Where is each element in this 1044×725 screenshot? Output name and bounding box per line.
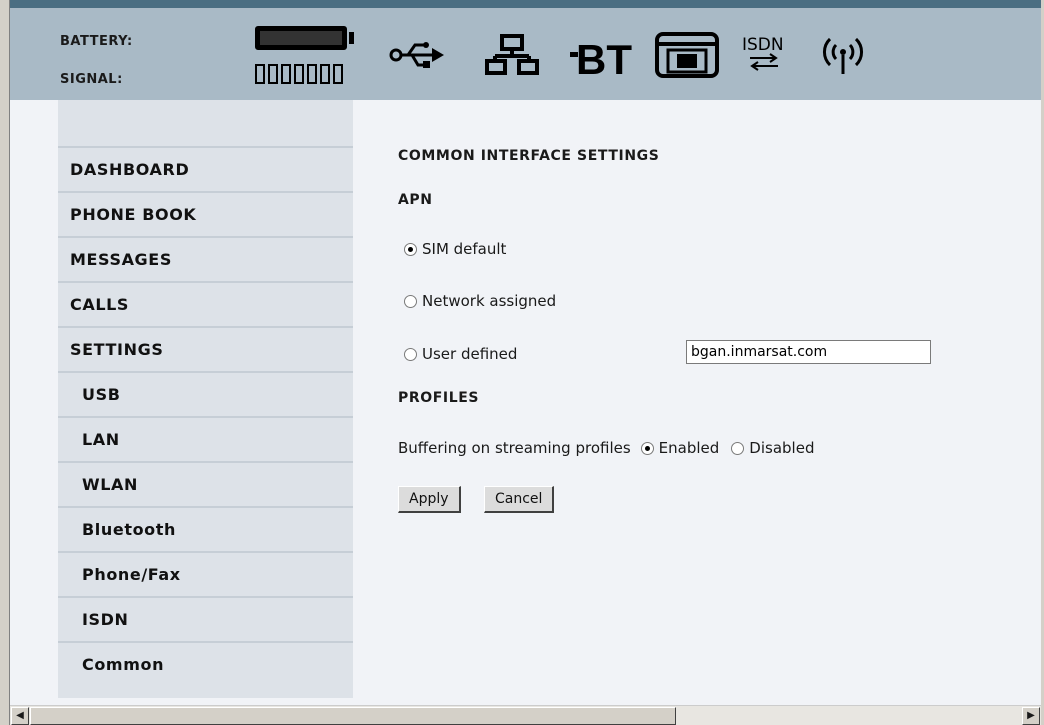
apn-option-user-defined[interactable]: User defined (404, 345, 517, 363)
sidebar-nav: DASHBOARD PHONE BOOK MESSAGES CALLS SETT… (58, 100, 353, 698)
radio-buffering-enabled[interactable] (640, 441, 654, 455)
bluetooth-label: BT (576, 36, 632, 80)
radio-label-user-defined: User defined (422, 345, 518, 363)
phone-fax-icon (655, 32, 719, 78)
apn-heading: APN (398, 192, 433, 208)
lan-icon (485, 34, 539, 75)
signal-indicator (255, 64, 343, 84)
bluetooth-icon: BT (570, 36, 632, 80)
horizontal-scrollbar[interactable]: ◀ ▶ (10, 705, 1041, 725)
sidebar-item-isdn[interactable]: ISDN (58, 596, 353, 641)
scroll-left-arrow-icon[interactable]: ◀ (11, 707, 29, 725)
signal-bar (255, 64, 265, 84)
status-header: BATTERY: SIGNAL: BT ISDN (10, 8, 1041, 100)
buffering-label: Buffering on streaming profiles (398, 439, 631, 457)
signal-bar (294, 64, 304, 84)
sidebar-item-common[interactable]: Common (58, 641, 353, 686)
cancel-button[interactable]: Cancel (484, 486, 555, 513)
signal-bar (307, 64, 317, 84)
buffering-row: Buffering on streaming profiles Enabled … (398, 439, 814, 457)
isdn-icon: ISDN (742, 35, 784, 71)
sidebar-top-spacer (58, 100, 353, 146)
window-top-bar (10, 0, 1044, 8)
sidebar-item-messages[interactable]: MESSAGES (58, 236, 353, 281)
sidebar-item-phone-book[interactable]: PHONE BOOK (58, 191, 353, 236)
sidebar-item-calls[interactable]: CALLS (58, 281, 353, 326)
wlan-icon (823, 37, 863, 74)
scrollbar-thumb[interactable] (30, 707, 676, 725)
apn-option-sim-default[interactable]: SIM default (404, 240, 506, 258)
sidebar-item-phone-fax[interactable]: Phone/Fax (58, 551, 353, 596)
window-left-frame (0, 0, 10, 725)
isdn-label: ISDN (742, 35, 784, 55)
sidebar-item-dashboard[interactable]: DASHBOARD (58, 146, 353, 191)
scroll-right-arrow-icon[interactable]: ▶ (1022, 707, 1040, 725)
battery-label: BATTERY: (60, 34, 133, 49)
signal-label: SIGNAL: (60, 72, 123, 87)
radio-label-sim-default: SIM default (422, 240, 507, 258)
apn-user-defined-input[interactable] (686, 340, 931, 364)
signal-bar (281, 64, 291, 84)
apn-option-network-assigned[interactable]: Network assigned (404, 292, 556, 310)
sidebar-item-usb[interactable]: USB (58, 371, 353, 416)
radio-label-enabled: Enabled (658, 439, 720, 457)
radio-user-defined[interactable] (404, 347, 417, 361)
sidebar-item-settings[interactable]: SETTINGS (58, 326, 353, 371)
signal-bar (320, 64, 330, 84)
sidebar-item-lan[interactable]: LAN (58, 416, 353, 461)
radio-sim-default[interactable] (404, 242, 417, 256)
radio-label-network-assigned: Network assigned (422, 292, 557, 310)
page-title: COMMON INTERFACE SETTINGS (398, 148, 660, 164)
battery-tip (349, 32, 354, 44)
apply-button[interactable]: Apply (398, 486, 461, 513)
signal-bar (333, 64, 343, 84)
sidebar-item-bluetooth[interactable]: Bluetooth (58, 506, 353, 551)
radio-buffering-disabled[interactable] (731, 441, 745, 455)
usb-icon (389, 42, 444, 68)
profiles-heading: PROFILES (398, 390, 480, 406)
signal-bar (268, 64, 278, 84)
battery-indicator (255, 26, 347, 50)
radio-network-assigned[interactable] (404, 294, 417, 308)
radio-label-disabled: Disabled (749, 439, 815, 457)
sidebar-item-wlan[interactable]: WLAN (58, 461, 353, 506)
